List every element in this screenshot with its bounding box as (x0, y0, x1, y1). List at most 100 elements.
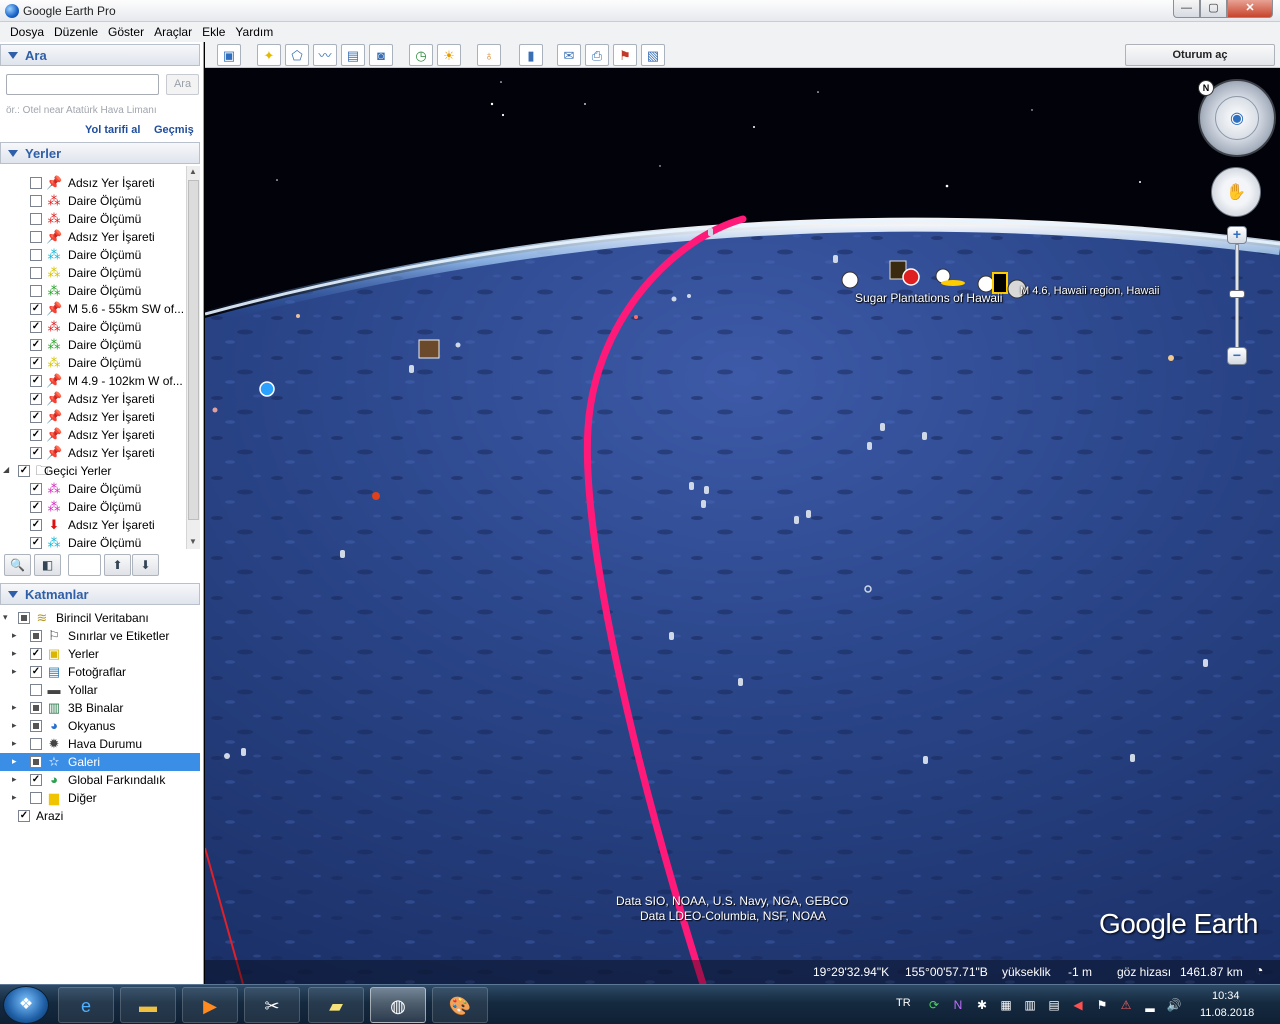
place-item[interactable]: ⁂ Daire Ölçümü (0, 192, 186, 210)
layer-checkbox[interactable]: ✓ (30, 774, 42, 786)
layer-item[interactable]: ✓ Arazi (0, 807, 186, 825)
onenote-tray-icon[interactable]: N (950, 997, 966, 1013)
place-checkbox[interactable]: ✓ (30, 393, 42, 405)
place-checkbox[interactable]: ✓ (30, 483, 42, 495)
place-item[interactable]: 📌 Adsız Yer İşareti (0, 228, 186, 246)
layer-item[interactable]: ▸ ▥ 3B Binalar (0, 699, 186, 717)
clock-time[interactable]: 10:34 (1212, 990, 1240, 1002)
record-tour-button[interactable]: ◙ (369, 44, 393, 66)
menu-file[interactable]: Dosya (0, 22, 49, 39)
layer-checkbox[interactable] (30, 630, 42, 642)
layer-item[interactable]: ▸ ✓ ▤ Fotoğraflar (0, 663, 186, 681)
color-tray-icon[interactable]: ✱ (974, 997, 990, 1013)
taskbar-sticky-notes[interactable]: ▰ (308, 987, 364, 1023)
place-item[interactable]: ✓ 📌 M 4.9 - 102km W of... (0, 372, 186, 390)
place-item[interactable]: ✓ ⁂ Daire Ölçümü (0, 354, 186, 372)
input-language[interactable]: TR (896, 997, 911, 1009)
place-checkbox[interactable]: ✓ (30, 303, 42, 315)
taskbar-media-player[interactable]: ▶ (182, 987, 238, 1023)
menu-help[interactable]: Yardım (230, 22, 278, 39)
place-checkbox[interactable]: ✓ (30, 501, 42, 513)
place-item[interactable]: ✓ ⁂ Daire Ölçümü (0, 318, 186, 336)
get-directions-link[interactable]: Yol tarifi al (85, 124, 140, 136)
close-button[interactable]: ✕ (1227, 0, 1273, 18)
layer-checkbox[interactable] (30, 684, 42, 696)
layer-item[interactable]: ▸ ✹ Hava Durumu (0, 735, 186, 753)
expand-toggle-icon[interactable]: ▾ (3, 612, 13, 622)
taskbar-file-explorer[interactable]: ▬ (120, 987, 176, 1023)
layer-checkbox[interactable]: ✓ (18, 810, 30, 822)
start-button[interactable]: ❖ (3, 986, 49, 1024)
search-panel-header[interactable]: Ara (0, 44, 200, 66)
place-checkbox[interactable] (30, 213, 42, 225)
place-checkbox[interactable]: ✓ (30, 411, 42, 423)
layer-item[interactable]: ▸ ✓ ▣ Yerler (0, 645, 186, 663)
expand-toggle-icon[interactable]: ▸ (12, 666, 22, 676)
place-item[interactable]: ✓ ⁂ Daire Ölçümü (0, 534, 186, 549)
place-item[interactable]: ✓ ⁂ Daire Ölçümü (0, 480, 186, 498)
volume-icon[interactable]: 🔊 (1166, 997, 1182, 1013)
layer-checkbox[interactable] (30, 702, 42, 714)
place-checkbox[interactable]: ✓ (30, 447, 42, 459)
north-reset-button[interactable]: N (1198, 80, 1214, 96)
places-filter-input[interactable] (68, 554, 101, 576)
place-checkbox[interactable]: ✓ (30, 357, 42, 369)
layer-item[interactable]: ▸ ▆ Diğer (0, 789, 186, 807)
place-item[interactable]: ✓ 📌 Adsız Yer İşareti (0, 444, 186, 462)
wifi-signal-icon[interactable]: ▂ (1142, 997, 1158, 1013)
place-item[interactable]: ✓ 📌 M 5.6 - 55km SW of... (0, 300, 186, 318)
move-up-button[interactable]: ⬆ (104, 554, 131, 576)
expand-toggle-icon[interactable]: ▸ (12, 630, 22, 640)
taskbar-snipping-tool[interactable]: ✂ (244, 987, 300, 1023)
display-tray-icon[interactable]: ▤ (1046, 997, 1062, 1013)
hide-sidebar-button[interactable]: ▣ (217, 44, 241, 66)
place-checkbox[interactable] (30, 231, 42, 243)
sign-in-button[interactable]: Oturum aç (1125, 44, 1275, 66)
layer-checkbox[interactable] (30, 738, 42, 750)
sync-tray-icon[interactable]: ⟳ (926, 997, 942, 1013)
menu-add[interactable]: Ekle (197, 22, 230, 39)
place-item[interactable]: ⁂ Daire Ölçümü (0, 282, 186, 300)
print-button[interactable]: ⎙ (585, 44, 609, 66)
sugar-plantations-label[interactable]: Sugar Plantations of Hawaii (855, 291, 1002, 305)
layer-checkbox[interactable] (30, 756, 42, 768)
layers-panel-header[interactable]: Katmanlar (0, 583, 200, 605)
place-checkbox[interactable] (30, 285, 42, 297)
taskbar-google-earth-pro[interactable]: ◍ (370, 987, 426, 1023)
scroll-up-icon[interactable]: ▲ (189, 167, 197, 176)
place-checkbox[interactable]: ✓ (30, 537, 42, 549)
place-checkbox[interactable] (30, 195, 42, 207)
layer-checkbox[interactable]: ✓ (30, 666, 42, 678)
view-in-maps-button[interactable]: ⚑ (613, 44, 637, 66)
place-checkbox[interactable]: ✓ (30, 339, 42, 351)
place-item[interactable]: ✓ ⁂ Daire Ölçümü (0, 498, 186, 516)
layer-item[interactable]: ▸ ◕ Okyanus (0, 717, 186, 735)
menu-edit[interactable]: Düzenle (49, 22, 103, 39)
clock-date[interactable]: 11.08.2018 (1200, 1007, 1254, 1019)
layer-checkbox[interactable] (30, 792, 42, 804)
zoom-slider-track[interactable] (1235, 244, 1239, 360)
place-checkbox[interactable]: ✓ (30, 429, 42, 441)
switch-planet-button[interactable]: ♁ (477, 44, 501, 66)
historical-imagery-button[interactable]: ◷ (409, 44, 433, 66)
place-item[interactable]: ✓ 📌 Adsız Yer İşareti (0, 408, 186, 426)
layer-checkbox[interactable]: ✓ (30, 648, 42, 660)
place-item[interactable]: ✓ 📌 Adsız Yer İşareti (0, 390, 186, 408)
place-item[interactable]: ⁂ Daire Ölçümü (0, 210, 186, 228)
search-button[interactable]: Ara (166, 74, 199, 95)
alert-tray-icon[interactable]: ⚠ (1118, 997, 1134, 1013)
email-button[interactable]: ✉ (557, 44, 581, 66)
place-checkbox[interactable] (30, 177, 42, 189)
place-checkbox[interactable]: ✓ (30, 375, 42, 387)
move-down-button[interactable]: ⬇ (132, 554, 159, 576)
add-polygon-button[interactable]: ⬠ (285, 44, 309, 66)
zoom-slider-thumb[interactable] (1229, 290, 1245, 298)
place-item[interactable]: ⁂ Daire Ölçümü (0, 264, 186, 282)
place-checkbox[interactable]: ✓ (30, 321, 42, 333)
places-panel-header[interactable]: Yerler (0, 142, 200, 164)
add-overlay-button[interactable]: ▤ (341, 44, 365, 66)
places-scrollbar[interactable]: ▲ ▼ (186, 166, 200, 549)
scroll-thumb[interactable] (188, 180, 199, 520)
expand-toggle-icon[interactable]: ▸ (12, 720, 22, 730)
expand-toggle-icon[interactable]: ▸ (12, 738, 22, 748)
